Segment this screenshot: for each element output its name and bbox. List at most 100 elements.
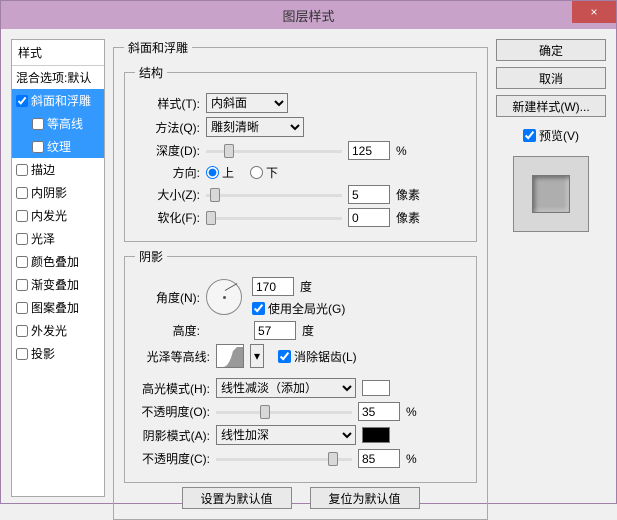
gloss-label: 光泽等高线: <box>135 348 210 365</box>
sopacity-label: 不透明度(C): <box>135 450 210 467</box>
preview-box <box>513 156 589 232</box>
style-label: 纹理 <box>47 138 71 155</box>
angle-dial[interactable] <box>206 279 242 315</box>
direction-label: 方向: <box>135 164 200 181</box>
depth-unit: % <box>396 144 420 158</box>
smode-label: 阴影模式(A): <box>135 427 210 444</box>
dialog-body: 样式 混合选项:默认 斜面和浮雕等高线纹理描边内阴影内发光光泽颜色叠加渐变叠加图… <box>1 29 616 503</box>
style-checkbox[interactable] <box>16 302 28 314</box>
style-checkbox[interactable] <box>16 348 28 360</box>
hopacity-slider[interactable] <box>216 403 352 421</box>
style-item-7[interactable]: 颜色叠加 <box>12 250 104 273</box>
ok-button[interactable]: 确定 <box>496 39 606 61</box>
soften-slider[interactable] <box>206 209 342 227</box>
style-item-9[interactable]: 图案叠加 <box>12 296 104 319</box>
style-checkbox[interactable] <box>16 210 28 222</box>
altitude-unit: 度 <box>302 322 314 339</box>
styles-header: 样式 <box>12 40 104 66</box>
style-item-6[interactable]: 光泽 <box>12 227 104 250</box>
depth-slider[interactable] <box>206 142 342 160</box>
up-radio[interactable] <box>206 166 219 179</box>
styles-panel: 样式 混合选项:默认 斜面和浮雕等高线纹理描边内阴影内发光光泽颜色叠加渐变叠加图… <box>11 39 105 497</box>
altitude-input[interactable] <box>254 321 296 340</box>
size-slider[interactable] <box>206 186 342 204</box>
style-list: 斜面和浮雕等高线纹理描边内阴影内发光光泽颜色叠加渐变叠加图案叠加外发光投影 <box>12 89 104 365</box>
style-label: 颜色叠加 <box>31 253 79 270</box>
style-item-5[interactable]: 内发光 <box>12 204 104 227</box>
style-item-10[interactable]: 外发光 <box>12 319 104 342</box>
style-item-4[interactable]: 内阴影 <box>12 181 104 204</box>
style-label: 投影 <box>31 345 55 362</box>
style-checkbox[interactable] <box>16 256 28 268</box>
antialias-checkbox[interactable]: 消除锯齿(L) <box>278 348 357 365</box>
bevel-fieldset: 斜面和浮雕 结构 样式(T): 内斜面 方法(Q): 雕刻清晰 深度(D): <box>113 39 488 520</box>
style-label: 光泽 <box>31 230 55 247</box>
new-style-button[interactable]: 新建样式(W)... <box>496 95 606 117</box>
preview-swatch <box>532 175 570 213</box>
global-light-checkbox[interactable]: 使用全局光(G) <box>252 300 345 317</box>
depth-label: 深度(D): <box>135 142 200 159</box>
style-checkbox[interactable] <box>32 141 44 153</box>
style-item-0[interactable]: 斜面和浮雕 <box>12 89 104 112</box>
style-item-11[interactable]: 投影 <box>12 342 104 365</box>
close-icon: × <box>590 5 597 19</box>
depth-input[interactable] <box>348 141 390 160</box>
window-title: 图层样式 <box>1 6 616 25</box>
close-button[interactable]: × <box>572 1 616 23</box>
angle-label: 角度(N): <box>135 289 200 306</box>
sopacity-input[interactable] <box>358 449 400 468</box>
titlebar[interactable]: 图层样式 × <box>1 1 616 29</box>
dialog-window: 图层样式 × 样式 混合选项:默认 斜面和浮雕等高线纹理描边内阴影内发光光泽颜色… <box>0 0 617 504</box>
soften-input[interactable] <box>348 208 390 227</box>
style-checkbox[interactable] <box>16 95 28 107</box>
sopacity-slider[interactable] <box>216 450 352 468</box>
style-label: 样式(T): <box>135 95 200 112</box>
style-checkbox[interactable] <box>16 187 28 199</box>
direction-up[interactable]: 上 <box>206 164 234 181</box>
style-checkbox[interactable] <box>16 325 28 337</box>
hmode-select[interactable]: 线性减淡（添加） <box>216 378 356 398</box>
angle-unit: 度 <box>300 278 312 295</box>
highlight-color-swatch[interactable] <box>362 380 390 396</box>
shade-legend: 阴影 <box>135 248 167 265</box>
main-panel: 斜面和浮雕 结构 样式(T): 内斜面 方法(Q): 雕刻清晰 深度(D): <box>113 39 488 497</box>
style-item-3[interactable]: 描边 <box>12 158 104 181</box>
size-label: 大小(Z): <box>135 186 200 203</box>
style-checkbox[interactable] <box>16 164 28 176</box>
technique-select[interactable]: 雕刻清晰 <box>206 117 304 137</box>
technique-label: 方法(Q): <box>135 119 200 136</box>
style-select[interactable]: 内斜面 <box>206 93 288 113</box>
smode-select[interactable]: 线性加深 <box>216 425 356 445</box>
style-label: 图案叠加 <box>31 299 79 316</box>
blend-options-row[interactable]: 混合选项:默认 <box>12 66 104 89</box>
preview-checkbox[interactable]: 预览(V) <box>496 127 606 144</box>
make-default-button[interactable]: 设置为默认值 <box>182 487 292 509</box>
hopacity-label: 不透明度(O): <box>135 403 210 420</box>
size-input[interactable] <box>348 185 390 204</box>
style-label: 内阴影 <box>31 184 67 201</box>
style-label: 等高线 <box>47 115 83 132</box>
style-checkbox[interactable] <box>16 279 28 291</box>
soften-label: 软化(F): <box>135 209 200 226</box>
hopacity-unit: % <box>406 405 417 419</box>
hopacity-input[interactable] <box>358 402 400 421</box>
struct-fieldset: 结构 样式(T): 内斜面 方法(Q): 雕刻清晰 深度(D): % <box>124 64 477 242</box>
style-label: 外发光 <box>31 322 67 339</box>
style-label: 斜面和浮雕 <box>31 92 91 109</box>
reset-default-button[interactable]: 复位为默认值 <box>310 487 420 509</box>
style-item-1[interactable]: 等高线 <box>12 112 104 135</box>
style-label: 内发光 <box>31 207 67 224</box>
sopacity-unit: % <box>406 452 417 466</box>
style-checkbox[interactable] <box>16 233 28 245</box>
cancel-button[interactable]: 取消 <box>496 67 606 89</box>
shadow-color-swatch[interactable] <box>362 427 390 443</box>
down-radio[interactable] <box>250 166 263 179</box>
style-checkbox[interactable] <box>32 118 44 130</box>
style-item-2[interactable]: 纹理 <box>12 135 104 158</box>
angle-input[interactable] <box>252 277 294 296</box>
style-item-8[interactable]: 渐变叠加 <box>12 273 104 296</box>
soften-unit: 像素 <box>396 209 420 226</box>
gloss-contour[interactable] <box>216 344 244 368</box>
chevron-down-icon[interactable]: ▾ <box>250 344 264 368</box>
direction-down[interactable]: 下 <box>250 164 278 181</box>
